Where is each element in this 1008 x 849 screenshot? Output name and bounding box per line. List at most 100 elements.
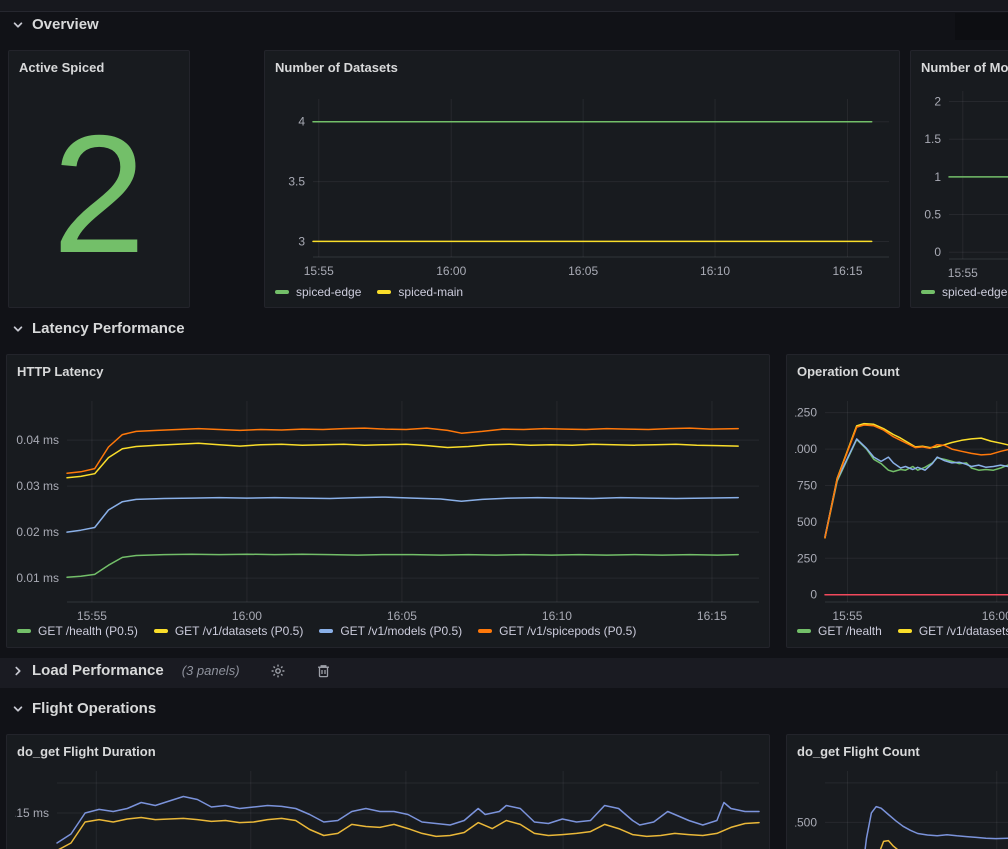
panel-title[interactable]: do_get Flight Duration — [17, 744, 763, 759]
svg-text:1500: 1500 — [795, 815, 817, 829]
legend-label: GET /health — [818, 624, 882, 638]
svg-text:15:55: 15:55 — [304, 264, 334, 278]
svg-text:4: 4 — [298, 115, 305, 129]
legend-swatch — [319, 629, 333, 633]
panel-title[interactable]: Number of Datasets — [275, 60, 893, 75]
chevron-right-icon — [12, 665, 24, 677]
legend-label: GET /v1/models (P0.5) — [340, 624, 462, 638]
svg-text:3: 3 — [298, 234, 305, 248]
legend-item[interactable]: GET /v1/models (P0.5) — [319, 624, 462, 638]
legend-swatch — [797, 629, 811, 633]
panel-title[interactable]: HTTP Latency — [17, 364, 763, 379]
svg-text:16:10: 16:10 — [700, 264, 730, 278]
panels-count-label: (3 panels) — [182, 663, 240, 678]
legend-swatch — [478, 629, 492, 633]
svg-text:16:00: 16:00 — [982, 609, 1008, 623]
section-header-load-performance[interactable]: Load Performance (3 panels) — [12, 662, 331, 679]
svg-text:16:15: 16:15 — [833, 264, 863, 278]
section-header-overview[interactable]: Overview — [12, 16, 99, 33]
legend-item[interactable]: spiced-edge — [921, 285, 1007, 299]
svg-text:0.03 ms: 0.03 ms — [16, 479, 59, 493]
panel-do-get-flight-duration: do_get Flight Duration 0.15 ms15:5516:00… — [6, 734, 770, 849]
svg-text:0: 0 — [810, 588, 817, 602]
grafana-dashboard: Overview Active Spiced 2 Number of Datas… — [0, 0, 1008, 849]
section-title: Flight Operations — [32, 700, 156, 717]
svg-text:0.15 ms: 0.15 ms — [15, 806, 49, 820]
legend-swatch — [275, 290, 289, 294]
legend-item[interactable]: GET /health (P0.5) — [17, 624, 138, 638]
svg-text:500: 500 — [797, 515, 817, 529]
chevron-down-icon — [12, 323, 24, 335]
svg-text:3.5: 3.5 — [288, 175, 305, 189]
panel-title[interactable]: Operation Count — [797, 364, 1008, 379]
legend-item[interactable]: GET /v1/spicepods (P0.5) — [478, 624, 636, 638]
svg-text:1250: 1250 — [795, 406, 817, 420]
legend-label: GET /v1/datasets — [919, 624, 1008, 638]
svg-text:16:10: 16:10 — [542, 609, 572, 623]
legend-label: GET /v1/spicepods (P0.5) — [499, 624, 636, 638]
legend-swatch — [17, 629, 31, 633]
legend-label: GET /v1/datasets (P0.5) — [175, 624, 304, 638]
legend-item[interactable]: GET /v1/datasets (P0.5) — [154, 624, 304, 638]
legend-item[interactable]: spiced-main — [377, 285, 463, 299]
legend-item[interactable]: GET /health — [797, 624, 882, 638]
operation-count-legend: GET /healthGET /v1/datasetsGET /v1/model… — [797, 624, 1008, 638]
panel-title[interactable]: do_get Flight Count — [797, 744, 1008, 759]
legend-item[interactable]: spiced-edge — [275, 285, 361, 299]
http-latency-legend: GET /health (P0.5) GET /v1/datasets (P0.5… — [17, 624, 636, 638]
svg-text:1: 1 — [934, 170, 941, 184]
legend-item[interactable]: GET /v1/datasets — [898, 624, 1008, 638]
stat-value: 2 — [9, 51, 189, 307]
svg-text:2: 2 — [934, 95, 941, 109]
svg-text:0.04 ms: 0.04 ms — [16, 433, 59, 447]
svg-text:0: 0 — [934, 245, 941, 259]
section-title: Load Performance — [32, 662, 164, 679]
models-legend: spiced-edge — [921, 285, 1007, 299]
flight-duration-chart[interactable]: 0.15 ms15:5516:0016:0516:1016:15 — [15, 771, 763, 849]
svg-text:15:55: 15:55 — [77, 609, 107, 623]
svg-text:0.01 ms: 0.01 ms — [16, 571, 59, 585]
panel-operation-count: Operation Count 0 250 500 750 1000 1250 15:55 1… — [786, 354, 1008, 648]
legend-swatch — [921, 290, 935, 294]
gear-icon[interactable] — [270, 663, 286, 679]
panel-active-spiced: Active Spiced 2 — [8, 50, 190, 308]
svg-text:16:00: 16:00 — [232, 609, 262, 623]
svg-text:15:55: 15:55 — [832, 609, 862, 623]
section-header-flight-operations[interactable]: Flight Operations — [12, 700, 156, 717]
operation-count-chart[interactable]: 0 250 500 750 1000 1250 15:55 16:00 — [795, 401, 1008, 633]
panel-number-of-models: Number of Models 00.511.5215:5516:00 spi… — [910, 50, 1008, 308]
svg-text:750: 750 — [797, 478, 817, 492]
svg-text:16:00: 16:00 — [436, 264, 466, 278]
svg-text:16:05: 16:05 — [568, 264, 598, 278]
svg-text:15:55: 15:55 — [948, 266, 978, 280]
section-header-latency-performance[interactable]: Latency Performance — [12, 320, 185, 337]
trash-icon[interactable] — [316, 663, 331, 679]
datasets-chart[interactable]: 3 3.5 4 15:55 16:00 16:05 16:10 16:15 — [273, 99, 893, 288]
flight-count-chart[interactable]: 150015:5516:00 — [795, 771, 1008, 849]
panel-number-of-datasets: Number of Datasets 3 3.5 4 15:55 16:00 16:05 1… — [264, 50, 900, 308]
legend-swatch — [377, 290, 391, 294]
legend-label: spiced-main — [398, 285, 463, 299]
chevron-down-icon — [12, 703, 24, 715]
legend-swatch — [154, 629, 168, 633]
section-title: Overview — [32, 16, 99, 33]
svg-text:250: 250 — [797, 551, 817, 565]
svg-text:1000: 1000 — [795, 442, 817, 456]
panel-http-latency: HTTP Latency 0.01 ms 0.02 ms 0.03 ms 0.04 m… — [6, 354, 770, 648]
svg-text:1.5: 1.5 — [924, 132, 941, 146]
legend-label: spiced-edge — [942, 285, 1007, 299]
svg-text:0.5: 0.5 — [924, 208, 941, 222]
section-title: Latency Performance — [32, 320, 185, 337]
panel-title[interactable]: Number of Models — [921, 60, 1008, 75]
models-chart[interactable]: 00.511.5215:5516:00 — [919, 91, 1008, 290]
top-right-cutoff-panel — [955, 13, 1008, 40]
legend-swatch — [898, 629, 912, 633]
top-toolbar-edge — [0, 0, 1008, 12]
svg-text:16:05: 16:05 — [387, 609, 417, 623]
http-latency-chart[interactable]: 0.01 ms 0.02 ms 0.03 ms 0.04 ms 15:55 16:00 16… — [15, 401, 763, 633]
svg-text:0.02 ms: 0.02 ms — [16, 525, 59, 539]
legend-label: GET /health (P0.5) — [38, 624, 138, 638]
svg-text:16:15: 16:15 — [697, 609, 727, 623]
chevron-down-icon — [12, 19, 24, 31]
panel-do-get-flight-count: do_get Flight Count 150015:5516:00 — [786, 734, 1008, 849]
